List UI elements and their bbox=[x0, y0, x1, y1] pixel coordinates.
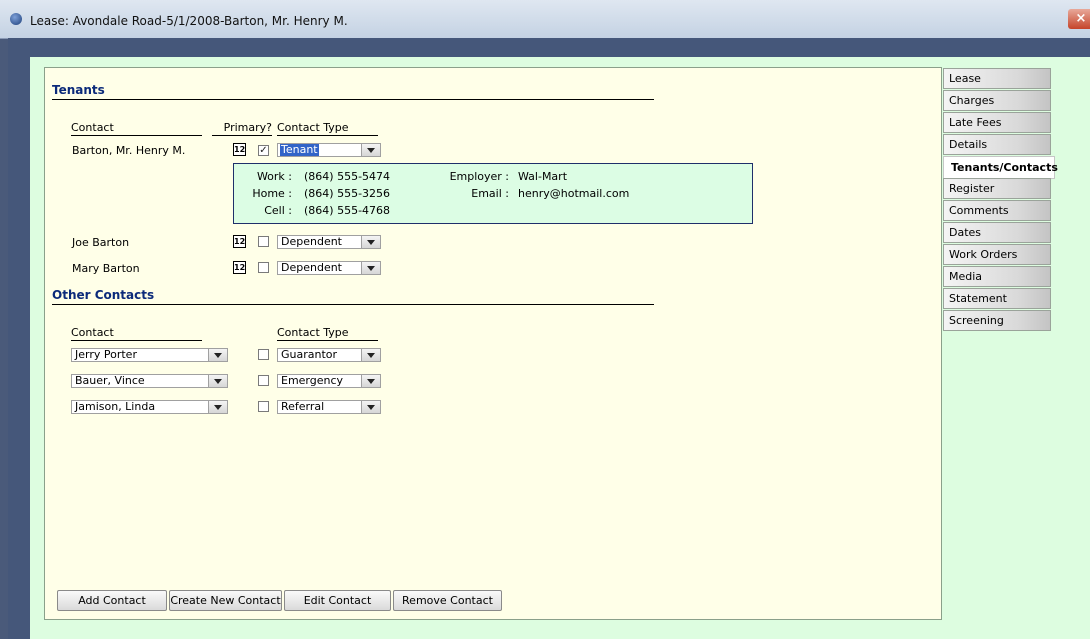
primary-checkbox[interactable] bbox=[258, 236, 269, 247]
select-value: Dependent bbox=[281, 261, 342, 274]
primary-checkbox[interactable]: ✓ bbox=[258, 145, 269, 156]
chevron-down-icon[interactable] bbox=[361, 349, 380, 361]
other-contact-header: Contact bbox=[71, 326, 202, 341]
select-value: Guarantor bbox=[281, 348, 338, 361]
tab-register[interactable]: Register bbox=[943, 178, 1051, 199]
cell-phone: (864) 555-4768 bbox=[304, 204, 391, 217]
tab-lease[interactable]: Lease bbox=[943, 68, 1051, 89]
other-contacts-section-title: Other Contacts bbox=[52, 288, 155, 302]
chevron-down-icon[interactable] bbox=[361, 375, 380, 387]
tenants-section-title: Tenants bbox=[52, 83, 105, 97]
other-contact-type-select[interactable]: Guarantor bbox=[277, 348, 381, 362]
other-contact-select[interactable]: Jamison, Linda bbox=[71, 400, 228, 414]
tenant-name: Joe Barton bbox=[72, 236, 130, 249]
tenant-name: Barton, Mr. Henry M. bbox=[72, 144, 186, 157]
tenant-contact-type-select[interactable]: Dependent bbox=[277, 261, 381, 275]
tenants-divider bbox=[52, 99, 654, 100]
tab-tenants-contacts[interactable]: Tenants/Contacts bbox=[943, 156, 1058, 179]
contact-details-icon[interactable]: 12 bbox=[233, 143, 246, 156]
tenants-contact-type-header: Contact Type bbox=[277, 121, 378, 136]
home-phone: (864) 555-3256 bbox=[304, 187, 391, 200]
tab-dates[interactable]: Dates bbox=[943, 222, 1051, 243]
select-value: Tenant bbox=[280, 143, 319, 156]
tab-charges[interactable]: Charges bbox=[943, 90, 1051, 111]
tab-statement[interactable]: Statement bbox=[943, 288, 1051, 309]
other-contact-type-select[interactable]: Referral bbox=[277, 400, 381, 414]
create-new-contact-button[interactable]: Create New Contact bbox=[169, 590, 282, 611]
work-phone-label: Work : bbox=[256, 170, 292, 183]
app-icon bbox=[10, 13, 22, 25]
other-contact-type-header: Contact Type bbox=[277, 326, 378, 341]
tenant-name: Mary Barton bbox=[72, 262, 140, 275]
other-contact-checkbox[interactable] bbox=[258, 375, 269, 386]
chevron-down-icon[interactable] bbox=[208, 375, 227, 387]
other-contacts-divider bbox=[52, 304, 654, 305]
email-value: henry@hotmail.com bbox=[518, 187, 630, 200]
tenant-contact-type-select[interactable]: Tenant bbox=[277, 143, 381, 157]
tenants-contact-header: Contact bbox=[71, 121, 202, 136]
tab-late-fees[interactable]: Late Fees bbox=[943, 112, 1051, 133]
remove-contact-button[interactable]: Remove Contact bbox=[393, 590, 502, 611]
select-value: Jamison, Linda bbox=[75, 400, 156, 413]
other-contact-checkbox[interactable] bbox=[258, 349, 269, 360]
cell-phone-label: Cell : bbox=[264, 204, 292, 217]
close-button[interactable]: × bbox=[1068, 9, 1090, 29]
tab-screening[interactable]: Screening bbox=[943, 310, 1051, 331]
other-contact-select[interactable]: Jerry Porter bbox=[71, 348, 228, 362]
chevron-down-icon[interactable] bbox=[361, 144, 380, 156]
chevron-down-icon[interactable] bbox=[208, 349, 227, 361]
tab-details[interactable]: Details bbox=[943, 134, 1051, 155]
tenant-contact-type-select[interactable]: Dependent bbox=[277, 235, 381, 249]
other-contact-checkbox[interactable] bbox=[258, 401, 269, 412]
contact-details-icon[interactable]: 12 bbox=[233, 261, 246, 274]
chevron-down-icon[interactable] bbox=[361, 236, 380, 248]
select-value: Jerry Porter bbox=[75, 348, 137, 361]
tab-media[interactable]: Media bbox=[943, 266, 1051, 287]
add-contact-button[interactable]: Add Contact bbox=[57, 590, 167, 611]
select-value: Emergency bbox=[281, 374, 344, 387]
employer-value: Wal-Mart bbox=[518, 170, 568, 183]
select-value: Dependent bbox=[281, 235, 342, 248]
contact-details-icon[interactable]: 12 bbox=[233, 235, 246, 248]
other-contact-type-select[interactable]: Emergency bbox=[277, 374, 381, 388]
primary-checkbox[interactable] bbox=[258, 262, 269, 273]
chevron-down-icon[interactable] bbox=[208, 401, 227, 413]
tab-comments[interactable]: Comments bbox=[943, 200, 1051, 221]
edit-contact-button[interactable]: Edit Contact bbox=[284, 590, 391, 611]
work-phone: (864) 555-5474 bbox=[304, 170, 391, 183]
tab-work-orders[interactable]: Work Orders bbox=[943, 244, 1051, 265]
title-bar: Lease: Avondale Road-5/1/2008-Barton, Mr… bbox=[0, 0, 1090, 39]
home-phone-label: Home : bbox=[252, 187, 292, 200]
other-contact-select[interactable]: Bauer, Vince bbox=[71, 374, 228, 388]
employer-label: Employer : bbox=[449, 170, 509, 183]
email-label: Email : bbox=[471, 187, 509, 200]
select-value: Referral bbox=[281, 400, 325, 413]
tenants-primary-header: Primary? bbox=[212, 121, 272, 136]
chevron-down-icon[interactable] bbox=[361, 401, 380, 413]
chevron-down-icon[interactable] bbox=[361, 262, 380, 274]
window-title: Lease: Avondale Road-5/1/2008-Barton, Mr… bbox=[30, 14, 348, 28]
select-value: Bauer, Vince bbox=[75, 374, 145, 387]
